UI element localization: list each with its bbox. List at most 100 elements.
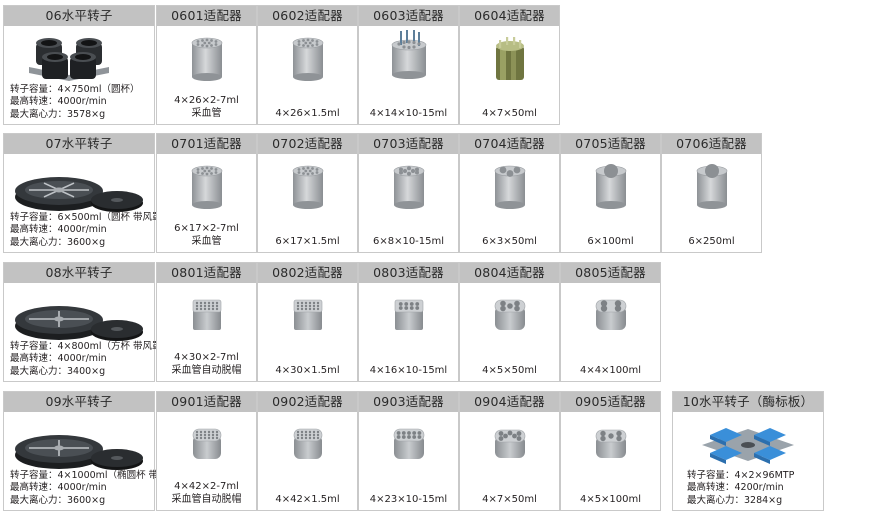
adapter-hole: [209, 39, 213, 42]
adapter-cell: 0902适配器 4×42×1.5ml: [257, 391, 358, 511]
adapter-hole: [513, 166, 520, 174]
adapter-cell: 0903适配器 4×23×10-15ml: [358, 391, 459, 511]
rotor-spec-line: 最高转速：4200r/min: [687, 482, 784, 493]
adapter-hole: [312, 301, 315, 305]
adapter-hole: [398, 302, 403, 306]
adapter-hole: [306, 38, 309, 42]
adapter-image: [460, 32, 559, 88]
adapter-hole: [398, 306, 403, 310]
adapter-capacity-line: 6×17×2-7ml: [174, 223, 239, 234]
adapter-capacity: 6×17×1.5ml: [258, 235, 357, 248]
adapter-hole: [202, 169, 206, 173]
adapter-hole: [401, 435, 406, 439]
adapter-code: 0703适配器: [359, 134, 458, 154]
adapter-image: [359, 418, 458, 474]
adapter-capacity-line: 4×16×10-15ml: [369, 365, 448, 376]
adapter-hole: [215, 430, 218, 434]
adapter-hole: [312, 433, 315, 437]
adapter-hole: [506, 170, 513, 177]
adapter-capacity-line: 4×7×50ml: [482, 108, 537, 119]
adapter-image: [561, 160, 660, 216]
adapter-image: [157, 32, 256, 88]
adapter-cell: 0604适配器 4×7×50ml: [459, 5, 560, 125]
round-adapter-many-holes-icon: [191, 37, 222, 81]
adapter-capacity-line: 4×4×100ml: [579, 365, 642, 376]
adapter-hole: [498, 436, 503, 441]
round-adapter-three-holes-icon: [494, 165, 525, 209]
adapter-hole: [203, 301, 206, 305]
adapter-hole: [396, 431, 400, 435]
adapter-hole: [303, 41, 307, 45]
rotor-spec-line: 最大离心力：3578×g: [10, 108, 106, 120]
adapter-hole: [195, 433, 198, 437]
adapter-hole: [615, 430, 622, 437]
adapter-hole: [502, 433, 508, 439]
adapter-hole: [199, 307, 202, 311]
adapter-hole: [214, 171, 217, 174]
adapter-cell: 0704适配器 6×3×50ml: [459, 133, 560, 253]
adapter-hole: [211, 301, 214, 305]
adapter-hole: [203, 433, 206, 437]
adapter-hole: [406, 435, 411, 439]
adapter-image: [258, 160, 357, 216]
oval-adapter-many-holes-icon: [293, 428, 322, 459]
rotor-image: [4, 414, 154, 474]
round-adapter-single-hole-icon: [696, 164, 727, 209]
oval-adapter-medium-holes-icon: [393, 428, 424, 459]
adapter-image: [460, 289, 559, 345]
adapter-hole: [306, 166, 309, 170]
adapter-hole: [516, 436, 521, 441]
adapter-capacity-line: 4×30×2-7ml: [174, 352, 239, 363]
adapter-hole: [207, 169, 211, 173]
adapter-hole: [704, 164, 719, 178]
adapter-hole: [414, 306, 419, 310]
adapter-hole: [207, 307, 210, 311]
adapter-hole: [516, 431, 521, 436]
centrifuge-rotor-icon: [15, 306, 143, 341]
adapter-hole: [200, 172, 204, 175]
adapter-code: 0905适配器: [561, 392, 660, 412]
rotor-spec-line: 转子容量：4×750ml（圆杯）: [10, 83, 140, 95]
adapter-hole: [599, 435, 606, 442]
adapter-capacity: 4×7×50ml: [460, 107, 559, 120]
adapter-hole: [215, 304, 218, 308]
adapter-hole: [209, 44, 213, 47]
adapter-hole: [316, 436, 319, 440]
oval-adapter-seven-holes-icon: [494, 429, 525, 458]
adapter-hole: [199, 301, 202, 305]
adapter-hole: [511, 433, 517, 439]
adapter-hole: [403, 302, 408, 306]
adapter-hole: [308, 41, 312, 45]
centrifuge-rotor-icon: [15, 435, 143, 470]
rotor-specs: 转子容量：4×800ml（方杯 带风罩） 最高转速：4000r/min 最大离心力：…: [10, 341, 171, 379]
adapter-hole: [203, 430, 206, 434]
adapter-code: 0803适配器: [359, 263, 458, 283]
adapter-hole: [615, 435, 622, 442]
adapter-hole: [308, 304, 311, 308]
adapter-cell: 0601适配器 4×26×2-7ml 采血管: [156, 5, 257, 125]
adapter-hole: [195, 301, 198, 305]
adapter-hole: [396, 42, 401, 46]
adapter-image: [157, 418, 256, 474]
adapter-image: [359, 160, 458, 216]
adapter-hole: [396, 435, 400, 439]
adapter-hole: [304, 436, 307, 440]
adapter-hole: [203, 304, 206, 308]
adapter-capacity-line: 6×17×1.5ml: [275, 236, 340, 247]
adapter-hole: [207, 430, 210, 434]
adapter-hole: [316, 301, 319, 305]
adapter-hole: [308, 436, 311, 440]
adapter-capacity-line: 4×30×1.5ml: [275, 365, 340, 376]
adapter-hole: [316, 304, 319, 308]
rotor-image: [673, 414, 823, 474]
adapter-code: 0704适配器: [460, 134, 559, 154]
adapter-hole: [200, 44, 204, 47]
round-adapter-many-holes-icon: [292, 37, 323, 81]
rotor-specs: 转子容量：4×1000ml（椭圆杯 带风罩） 最高转速：4000r/min 最大离心…: [10, 470, 187, 508]
adapter-hole: [202, 41, 206, 45]
adapter-hole: [196, 43, 199, 46]
round-adapter-many-holes-icon: [191, 165, 222, 209]
adapter-hole: [513, 305, 520, 312]
rotor-spec-line: 最高转速：4000r/min: [10, 353, 107, 364]
adapter-hole: [300, 436, 303, 440]
